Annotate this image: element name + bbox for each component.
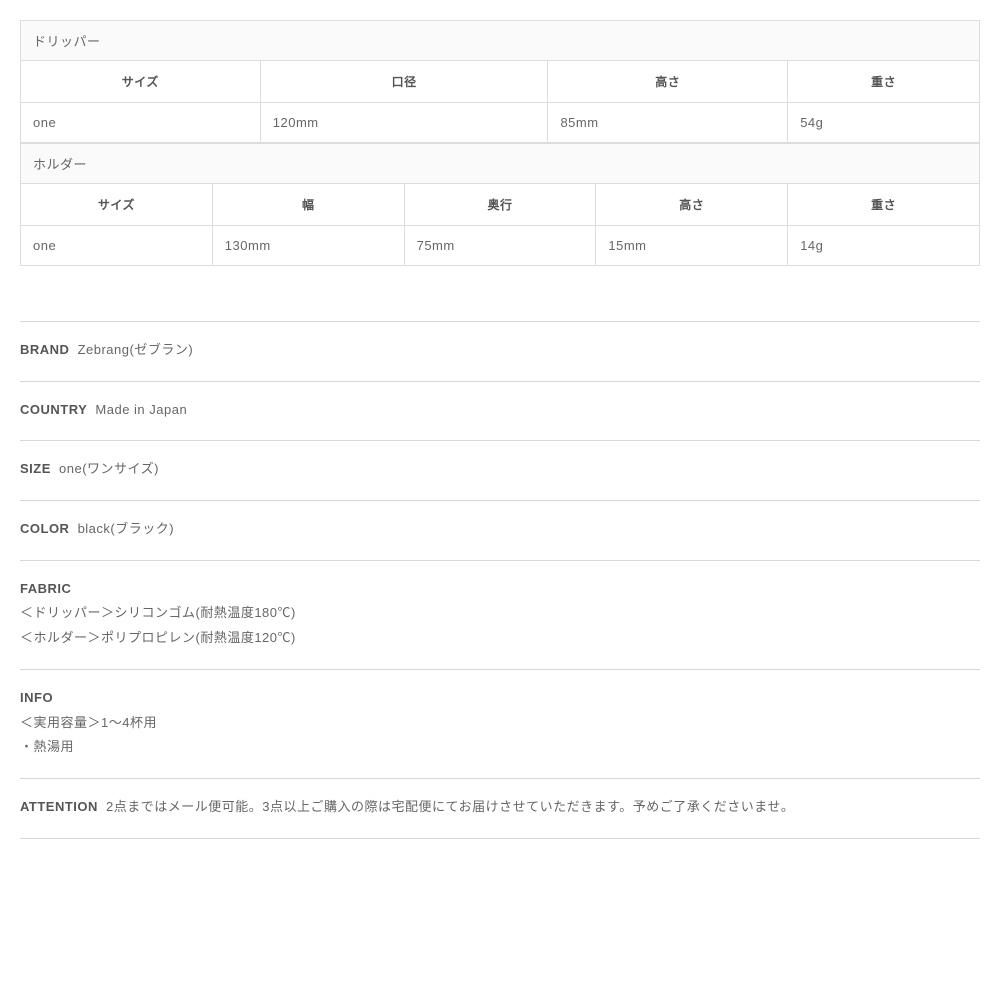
cell: 130mm — [212, 226, 404, 266]
col-header: サイズ — [21, 61, 261, 103]
col-header: 高さ — [596, 184, 788, 226]
col-header: サイズ — [21, 184, 213, 226]
col-header: 高さ — [548, 61, 788, 103]
detail-label: SIZE — [20, 461, 51, 476]
table-title: ホルダー — [21, 144, 980, 184]
detail-row: COUNTRY Made in Japan — [20, 381, 980, 441]
table-header-row: サイズ 幅 奥行 高さ 重さ — [21, 184, 980, 226]
product-details: BRAND Zebrang(ゼブラン)COUNTRY Made in Japan… — [20, 321, 980, 839]
cell: one — [21, 103, 261, 143]
detail-row: SIZE one(ワンサイズ) — [20, 440, 980, 500]
table-title: ドリッパー — [21, 21, 980, 61]
cell: 85mm — [548, 103, 788, 143]
table-header-row: サイズ 口径 高さ 重さ — [21, 61, 980, 103]
detail-label: BRAND — [20, 342, 69, 357]
detail-label: FABRIC — [20, 577, 976, 602]
detail-value: one(ワンサイズ) — [55, 461, 159, 476]
detail-value: Zebrang(ゼブラン) — [73, 342, 193, 357]
col-header: 幅 — [212, 184, 404, 226]
cell: one — [21, 226, 213, 266]
detail-label: COUNTRY — [20, 402, 87, 417]
table-row: one 120mm 85mm 54g — [21, 103, 980, 143]
detail-row: BRAND Zebrang(ゼブラン) — [20, 321, 980, 381]
cell: 14g — [788, 226, 980, 266]
spec-tables: ドリッパー サイズ 口径 高さ 重さ one 120mm 85mm 54g ホル… — [20, 20, 980, 266]
col-header: 重さ — [788, 184, 980, 226]
col-header: 重さ — [788, 61, 980, 103]
col-header: 奥行 — [404, 184, 596, 226]
detail-row: FABRIC＜ドリッパー＞シリコンゴム(耐熱温度180℃)＜ホルダー＞ポリプロピ… — [20, 560, 980, 669]
cell: 75mm — [404, 226, 596, 266]
detail-row: COLOR black(ブラック) — [20, 500, 980, 560]
detail-value: 2点まではメール便可能。3点以上ご購入の際は宅配便にてお届けさせていただきます。… — [102, 799, 795, 814]
detail-label: ATTENTION — [20, 799, 98, 814]
table-holder: ホルダー サイズ 幅 奥行 高さ 重さ one 130mm 75mm 15mm … — [20, 143, 980, 266]
table-dripper: ドリッパー サイズ 口径 高さ 重さ one 120mm 85mm 54g — [20, 20, 980, 143]
cell: 120mm — [260, 103, 548, 143]
detail-row: INFO＜実用容量＞1～4杯用・熱湯用 — [20, 669, 980, 778]
detail-value: ＜ホルダー＞ポリプロピレン(耐熱温度120℃) — [20, 626, 980, 651]
detail-row: ATTENTION 2点まではメール便可能。3点以上ご購入の際は宅配便にてお届け… — [20, 778, 980, 839]
detail-value: ＜実用容量＞1～4杯用 — [20, 711, 980, 736]
detail-value: ・熱湯用 — [20, 735, 980, 760]
detail-value: ＜ドリッパー＞シリコンゴム(耐熱温度180℃) — [20, 601, 980, 626]
detail-label: INFO — [20, 686, 976, 711]
col-header: 口径 — [260, 61, 548, 103]
detail-value: black(ブラック) — [73, 521, 174, 536]
cell: 15mm — [596, 226, 788, 266]
table-row: one 130mm 75mm 15mm 14g — [21, 226, 980, 266]
detail-value: Made in Japan — [91, 402, 187, 417]
cell: 54g — [788, 103, 980, 143]
detail-label: COLOR — [20, 521, 69, 536]
